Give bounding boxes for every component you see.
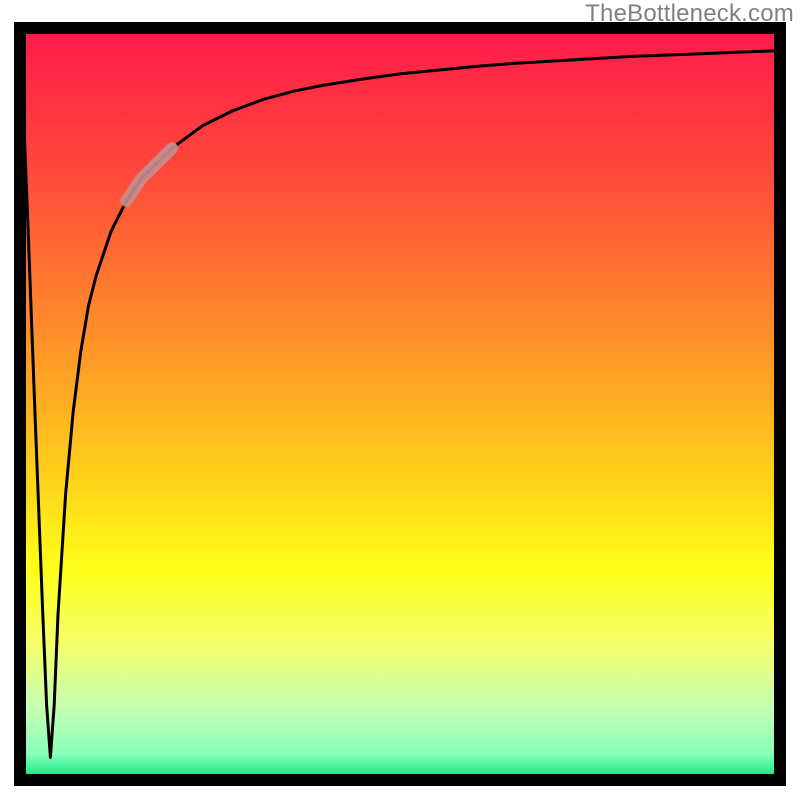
chart-stage: TheBottleneck.com (0, 0, 800, 800)
bottleneck-chart (0, 0, 800, 800)
plot-background (20, 28, 780, 780)
